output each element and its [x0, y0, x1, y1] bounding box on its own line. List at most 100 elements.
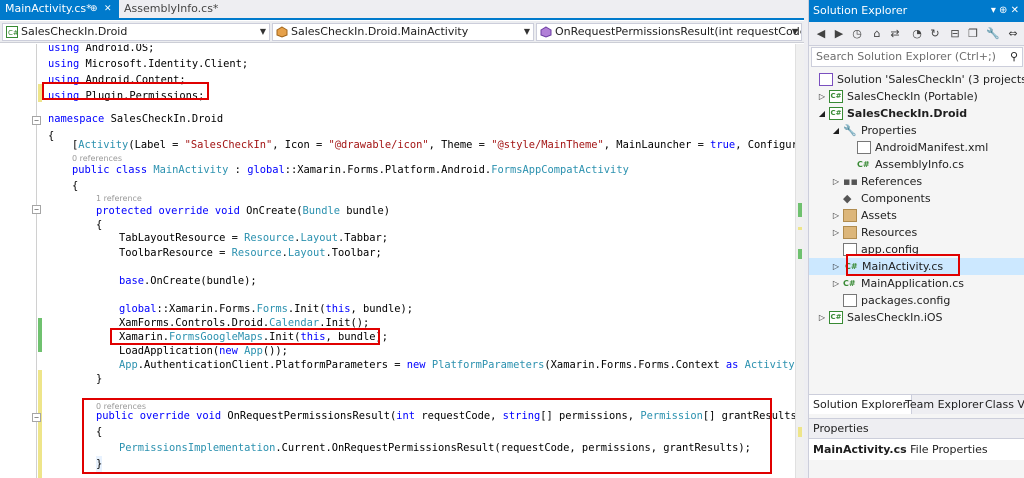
method-icon — [540, 26, 552, 38]
close-icon[interactable]: ✕ — [104, 0, 112, 18]
code-line: ToolbarResource = Resource.Layout.Toolba… — [119, 247, 382, 259]
components-icon: ◆ — [843, 192, 852, 205]
code-line: { — [96, 219, 103, 231]
change-marker — [38, 370, 42, 478]
collapse-arrow-icon[interactable]: ◢ — [831, 122, 841, 139]
collapse-toggle[interactable]: − — [32, 413, 41, 422]
solution-explorer-titlebar: Solution Explorer ▾ ⊕ ✕ — [809, 0, 1024, 22]
panel-title: Properties — [813, 422, 869, 435]
tool-window-tabs: Solution Explorer Team Explorer Class Vi… — [809, 394, 1024, 414]
expand-arrow-icon[interactable]: ▷ — [817, 309, 827, 326]
history-icon[interactable]: ◷ — [849, 26, 865, 42]
project-dropdown[interactable]: C# SalesCheckIn.Droid ▼ — [2, 23, 270, 41]
tab-mainactivity[interactable]: MainActivity.cs* ⊕ ✕ — [0, 0, 119, 18]
properties-object-selector[interactable]: MainActivity.cs File Properties — [809, 438, 1024, 460]
code-line: namespace SalesCheckIn.Droid — [48, 113, 224, 125]
scroll-change-marker — [798, 227, 802, 230]
panel-title: Solution Explorer — [813, 4, 908, 17]
object-name: MainActivity.cs — [813, 443, 907, 456]
type-dropdown[interactable]: SalesCheckIn.Droid.MainActivity ▼ — [272, 23, 534, 41]
expand-arrow-icon[interactable]: ▷ — [831, 275, 841, 292]
collapse-all-icon[interactable]: ⊟ — [947, 26, 963, 42]
code-line: public override void OnRequestPermission… — [96, 410, 795, 422]
code-line: } — [96, 373, 103, 385]
properties-icon[interactable]: 🔧 — [985, 26, 1001, 42]
pin-icon[interactable]: ⊕ — [90, 0, 98, 18]
collapse-arrow-icon[interactable]: ◢ — [817, 105, 827, 122]
code-line: public class MainActivity : global::Xama… — [72, 164, 629, 176]
scroll-change-marker — [798, 427, 802, 437]
expand-arrow-icon[interactable]: ▷ — [817, 88, 827, 105]
editor-scrollbar[interactable] — [795, 44, 804, 478]
project-dropdown-value: SalesCheckIn.Droid — [21, 25, 128, 38]
csharp-file-icon: C# — [845, 262, 858, 271]
expand-arrow-icon[interactable]: ▷ — [831, 224, 841, 241]
expand-arrow-icon[interactable]: ▷ — [831, 258, 841, 275]
code-line: base.OnCreate(bundle); — [119, 275, 257, 287]
tab-label: AssemblyInfo.cs* — [124, 2, 219, 15]
refresh-icon[interactable]: ↻ — [927, 26, 943, 42]
tab-class-view[interactable]: Class Vie — [981, 395, 1024, 414]
pin-icon[interactable]: ▾ ⊕ ✕ — [991, 0, 1019, 22]
config-file-icon — [843, 243, 857, 256]
scroll-change-marker — [798, 249, 802, 259]
code-line: TabLayoutResource = Resource.Layout.Tabb… — [119, 232, 389, 244]
class-icon — [276, 26, 288, 38]
show-all-files-icon[interactable]: ❐ — [965, 26, 981, 42]
object-type: File Properties — [910, 443, 988, 456]
collapse-toggle[interactable]: − — [32, 205, 41, 214]
forward-icon[interactable]: ▶ — [831, 26, 847, 42]
member-dropdown-value: OnRequestPermissionsResult(int requestCo… — [555, 25, 802, 38]
tab-solution-explorer[interactable]: Solution Explorer — [809, 395, 913, 414]
expand-arrow-icon[interactable]: ▷ — [831, 207, 841, 224]
search-placeholder: Search Solution Explorer (Ctrl+;) — [816, 50, 996, 63]
chevron-down-icon: ▼ — [259, 27, 266, 36]
member-dropdown[interactable]: OnRequestPermissionsResult(int requestCo… — [536, 23, 802, 41]
code-line: using Android.Content; — [48, 74, 186, 86]
tab-team-explorer[interactable]: Team Explorer — [901, 395, 987, 414]
solution-icon — [819, 73, 833, 86]
code-line: App.AuthenticationClient.PlatformParamet… — [119, 359, 795, 371]
code-line: using Android.OS; — [48, 44, 155, 54]
collapse-toggle[interactable]: − — [32, 116, 41, 125]
type-dropdown-value: SalesCheckIn.Droid.MainActivity — [291, 25, 469, 38]
preview-icon[interactable]: ⇔ — [1005, 26, 1021, 42]
references-icon: ▪▪ — [843, 175, 858, 188]
folder-icon — [843, 209, 857, 222]
code-line: using Microsoft.Identity.Client; — [48, 58, 249, 70]
expand-arrow-icon[interactable]: ▷ — [831, 173, 841, 190]
code-line: { — [96, 426, 103, 438]
code-line: { — [72, 180, 79, 192]
config-file-icon — [843, 294, 857, 307]
search-icon[interactable]: ⚲ — [1010, 48, 1018, 66]
code-line: PermissionsImplementation.Current.OnRequ… — [119, 442, 751, 454]
chevron-down-icon: ▼ — [523, 27, 530, 36]
csharp-project-icon: C# — [829, 311, 843, 324]
folder-icon — [843, 226, 857, 239]
csharp-file-icon: C# — [843, 279, 856, 288]
csharp-project-icon: C# — [829, 90, 843, 103]
csharp-project-icon: C# — [829, 107, 843, 120]
search-input[interactable]: Search Solution Explorer (Ctrl+;) ⚲ — [811, 47, 1023, 67]
tab-assemblyinfo[interactable]: AssemblyInfo.cs* — [119, 0, 231, 18]
properties-titlebar: Properties — [809, 418, 1024, 438]
document-tab-strip: MainActivity.cs* ⊕ ✕ AssemblyInfo.cs* — [0, 0, 804, 20]
code-editor[interactable]: MainActivity.cs* ⊕ ✕ AssemblyInfo.cs* C#… — [0, 0, 804, 478]
code-line-current: } — [96, 456, 103, 472]
code-line: [Activity(Label = "SalesCheckIn", Icon =… — [72, 139, 795, 151]
pending-changes-icon[interactable]: ◔ — [909, 26, 925, 42]
back-icon[interactable]: ◀ — [813, 26, 829, 42]
tab-label: MainActivity.cs* — [5, 2, 92, 15]
code-line: using Plugin.Permissions; — [48, 90, 205, 102]
home-icon[interactable]: ⌂ — [869, 26, 885, 42]
tree-item-mainactivity[interactable]: ▷ C# MainActivity.cs — [809, 258, 1024, 275]
sync-icon[interactable]: ⇄ — [887, 26, 903, 42]
svg-text:C#: C# — [8, 29, 18, 37]
chevron-down-icon: ▼ — [791, 27, 798, 36]
solution-explorer-toolbar: ◀ ▶ ◷ ⌂ ⇄ ◔ ↻ ⊟ ❐ 🔧 ⇔ — [809, 22, 1024, 46]
csharp-file-icon: C# — [857, 160, 870, 169]
code-area[interactable]: − − − using Android.OS; using Microsoft.… — [0, 44, 795, 478]
code-line: { — [48, 130, 55, 142]
solution-tree: Solution 'SalesCheckIn' (3 projects) ▷ C… — [809, 70, 1024, 386]
navigation-bar: C# SalesCheckIn.Droid ▼ SalesCheckIn.Dro… — [0, 21, 804, 43]
